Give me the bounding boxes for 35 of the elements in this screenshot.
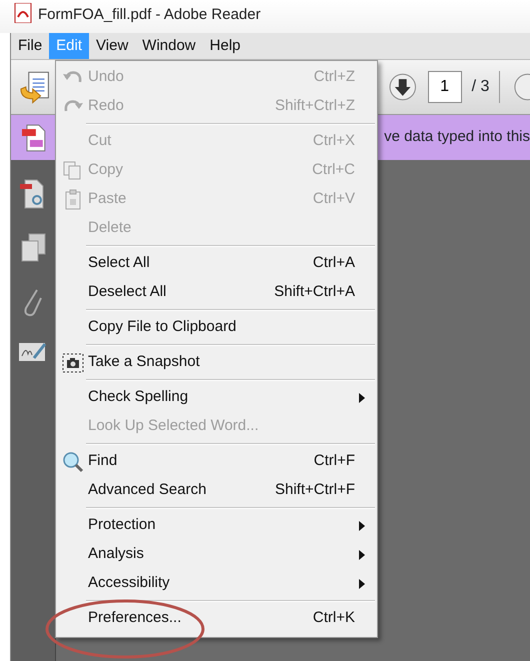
menu-item[interactable]: Deselect All xyxy=(88,283,166,300)
menu-item[interactable]: View xyxy=(89,33,136,59)
menu-item[interactable]: Check Spelling xyxy=(88,388,188,406)
menu-item[interactable]: File xyxy=(11,33,50,59)
pages-icon[interactable] xyxy=(19,232,47,264)
signature-pen-icon[interactable] xyxy=(18,340,48,364)
camera-icon xyxy=(61,352,85,374)
menu-item[interactable]: Take a Snapshot xyxy=(88,353,200,370)
pdf-icon xyxy=(14,3,32,23)
shortcut-text: Ctrl+K xyxy=(312,608,355,628)
shortcut-text: Shift+Ctrl+Z xyxy=(274,96,355,116)
shortcut-text: Ctrl+X xyxy=(312,131,355,152)
menu-item[interactable]: Preferences... xyxy=(88,609,182,626)
shortcut-text: Ctrl+A xyxy=(312,253,355,274)
shortcut-text: Ctrl+V xyxy=(312,189,355,210)
menu-item[interactable]: Find xyxy=(88,452,118,470)
shortcut-text: Ctrl+C xyxy=(312,160,355,180)
page-number-field[interactable]: 1 xyxy=(428,71,462,103)
menu-item[interactable]: Help xyxy=(202,33,248,59)
menu-item[interactable]: Window xyxy=(135,33,203,59)
menu-item[interactable]: Protection xyxy=(88,516,156,534)
shortcut-text: Ctrl+F xyxy=(314,451,355,472)
page-count: / 3 xyxy=(472,77,490,97)
menu-item[interactable]: Analysis xyxy=(88,545,144,562)
form-icon xyxy=(21,122,47,152)
shortcut-text: Ctrl+Z xyxy=(314,67,355,88)
menu-item[interactable]: Select All xyxy=(88,254,150,272)
shortcut-text: Shift+Ctrl+A xyxy=(274,282,355,302)
message-text: ve data typed into this xyxy=(384,127,530,148)
menu-item[interactable]: Accessibility xyxy=(88,574,170,592)
window-title: FormFOA_fill.pdf - Adobe Reader xyxy=(38,5,261,25)
menu-item[interactable]: Copy File to Clipboard xyxy=(88,318,236,336)
shortcut-text: Shift+Ctrl+F xyxy=(274,480,355,500)
search-icon xyxy=(61,450,85,472)
menu-item[interactable]: Advanced Search xyxy=(88,481,206,498)
